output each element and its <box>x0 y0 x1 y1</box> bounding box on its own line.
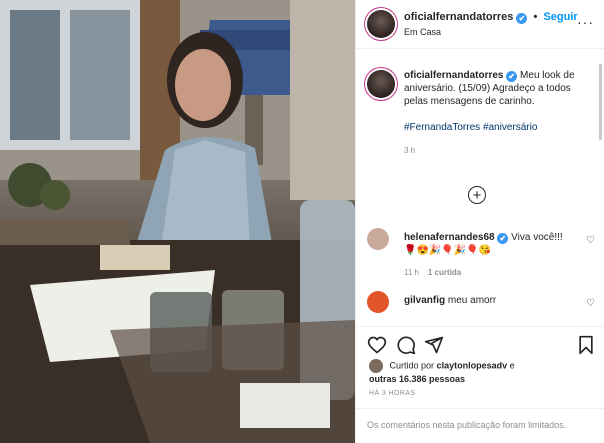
comment-username[interactable]: helenafernandes68 <box>404 232 495 243</box>
comment-text-block: helenafernandes68 ✔ Viva você!!!🌹😍🎉🎈🎉🎈😘 … <box>404 231 569 279</box>
liker-username[interactable]: claytonlopesadv <box>437 360 508 370</box>
post-photo[interactable] <box>0 0 355 443</box>
follow-button[interactable]: Seguir <box>543 11 577 23</box>
caption-username[interactable]: oficialfernandatorres <box>404 70 503 81</box>
author-avatar[interactable] <box>367 10 395 38</box>
hashtag-aniversario[interactable]: #aniversário <box>483 122 537 133</box>
heart-icon[interactable] <box>367 335 387 355</box>
comment-likes[interactable]: 1 curtida <box>428 268 461 277</box>
liker-avatar[interactable] <box>369 359 383 373</box>
comment-meta: 11 h 1 curtida <box>404 266 569 279</box>
post-actions: Curtido por claytonlopesadv e outras 16.… <box>356 326 604 443</box>
comment-icon[interactable] <box>396 335 416 355</box>
author-row: oficialfernandatorres ✔ • Seguir <box>404 11 578 24</box>
post-header: oficialfernandatorres ✔ • Seguir Em Casa… <box>356 0 604 49</box>
comment-text-block: gilvanfig meu amorr <box>404 294 569 307</box>
commenter-avatar[interactable] <box>367 291 389 313</box>
comment-time[interactable]: 11 h <box>404 268 419 277</box>
bookmark-icon[interactable] <box>576 335 596 355</box>
comment-text: meu amorr <box>447 295 497 306</box>
post-side-panel: oficialfernandatorres ✔ • Seguir Em Casa… <box>355 0 604 443</box>
verified-icon: ✔ <box>516 13 528 24</box>
verified-icon: ✔ <box>506 71 518 82</box>
caption-time[interactable]: 3 h <box>404 144 594 157</box>
commenter-avatar[interactable] <box>367 228 389 250</box>
hashtag-fernandatorres[interactable]: #FernandaTorres <box>404 122 480 133</box>
separator-dot: • <box>533 11 538 23</box>
photo-illustration <box>0 0 355 443</box>
verified-icon: ✔ <box>497 233 509 244</box>
comment-username[interactable]: gilvanfig <box>404 295 445 306</box>
likes-prefix: Curtido por <box>389 360 435 371</box>
post-timestamp[interactable]: HÁ 3 HORAS <box>369 390 415 397</box>
caption-avatar[interactable] <box>367 70 395 98</box>
comments-scrollbar[interactable] <box>599 64 602 140</box>
comments-limited-text: Os comentários nesta publicação foram li… <box>367 420 567 430</box>
comments-limited-notice: Os comentários nesta publicação foram li… <box>356 408 604 443</box>
caption-text-block: oficialfernandatorres ✔ Meu look de aniv… <box>404 69 594 157</box>
likes-summary: Curtido por claytonlopesadv e outras 16.… <box>369 359 515 385</box>
load-more-comments-icon[interactable]: + <box>468 186 486 204</box>
comment-like-heart-icon[interactable]: ♡ <box>586 235 595 246</box>
author-username[interactable]: oficialfernandatorres <box>404 11 513 23</box>
likes-others[interactable]: outras 16.386 pessoas <box>369 374 465 384</box>
comment-like-heart-icon[interactable]: ♡ <box>586 298 595 309</box>
share-icon[interactable] <box>424 335 444 355</box>
location-link[interactable]: Em Casa <box>404 27 441 37</box>
likes-connector: e <box>509 360 515 371</box>
more-options-icon[interactable]: ··· <box>577 14 594 30</box>
